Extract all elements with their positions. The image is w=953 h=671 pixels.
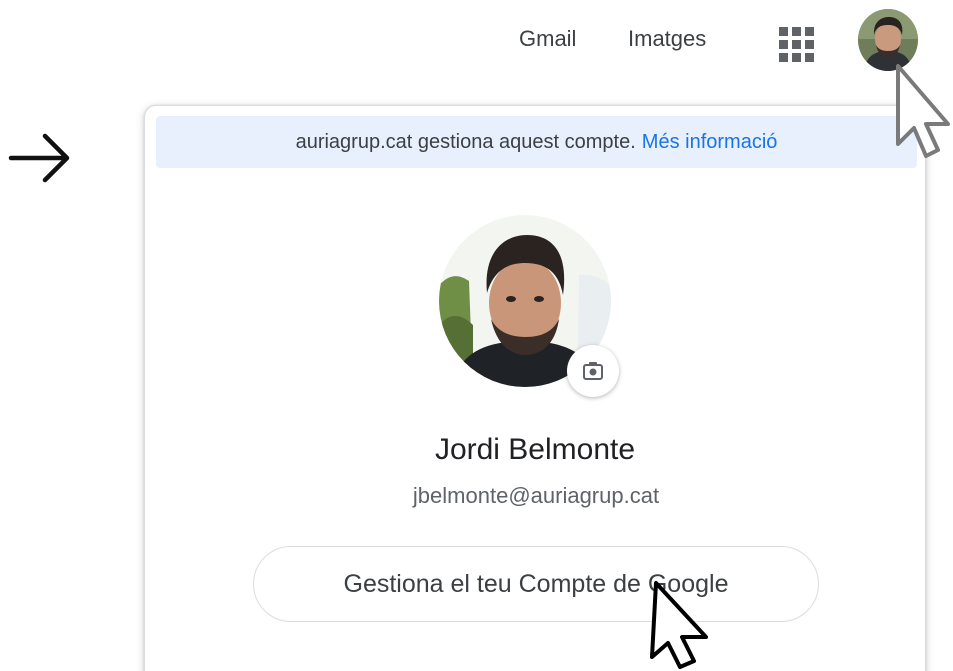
apps-grid-dot [779,27,788,36]
apps-grid-dot [792,53,801,62]
images-link[interactable]: Imatges [628,26,706,52]
apps-grid-icon[interactable] [776,24,814,62]
cursor-icon [896,64,950,158]
manage-google-account-button[interactable]: Gestiona el teu Compte de Google [253,546,819,622]
account-panel: auriagrup.cat gestiona aquest compte. Mé… [144,105,926,671]
apps-grid-dot [805,40,814,49]
apps-grid-dot [792,40,801,49]
right-arrow-icon [8,133,70,183]
page: Gmail Imatges auriagrup.cat gestiona aqu… [0,0,953,671]
change-photo-button[interactable] [567,345,619,397]
cursor-icon [650,581,708,669]
user-name: Jordi Belmonte [434,433,636,466]
apps-grid-dot [779,40,788,49]
profile-photo-container [439,215,619,397]
apps-grid-dot [805,27,814,36]
user-email: jbelmonte@auriagrup.cat [412,483,660,508]
apps-grid-dot [779,53,788,62]
more-info-link[interactable]: Més informació [642,131,778,154]
apps-grid-dot [792,27,801,36]
apps-grid-dot [805,53,814,62]
managed-account-text: auriagrup.cat gestiona aquest compte. [295,130,636,153]
gmail-link[interactable]: Gmail [519,26,576,52]
camera-icon [583,362,603,380]
managed-account-banner: auriagrup.cat gestiona aquest compte. Mé… [156,116,917,168]
